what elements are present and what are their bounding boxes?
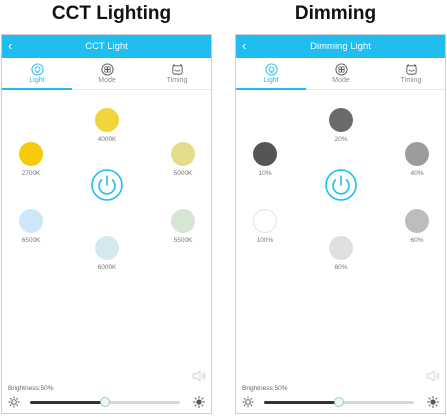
caption-dimming: Dimming	[294, 3, 377, 24]
sun-bright-icon	[427, 396, 439, 408]
preset-6000k[interactable]	[95, 236, 119, 260]
alarm-clock-icon	[171, 64, 183, 75]
preset-40-percent[interactable]	[405, 142, 429, 166]
tab-mode[interactable]: Mode	[306, 59, 376, 89]
speaker-icon[interactable]	[426, 370, 440, 382]
tab-label: Mode	[332, 77, 350, 84]
sun-dim-icon	[242, 396, 254, 408]
preset-label: 60%	[410, 237, 424, 244]
preset-label: 2700K	[21, 170, 41, 177]
power-button[interactable]	[90, 168, 124, 202]
active-tab-indicator	[236, 88, 306, 90]
preset-80-percent[interactable]	[329, 236, 353, 260]
title-bar: ‹ CCT Light	[2, 35, 211, 58]
sun-dim-icon	[8, 396, 20, 408]
tab-label: Light	[263, 77, 279, 84]
brightness-slider-knob[interactable]	[334, 397, 344, 407]
caption-cct: CCT Lighting	[51, 3, 172, 24]
slider-track-filled[interactable]	[30, 401, 104, 404]
tab-light[interactable]: Light	[236, 59, 306, 90]
slider-track-filled[interactable]	[264, 401, 338, 404]
preset-5000k[interactable]	[171, 142, 195, 166]
tab-light[interactable]: Light	[2, 59, 72, 90]
tab-label: Timing	[166, 77, 188, 84]
preset-2700k[interactable]	[19, 142, 43, 166]
brightness-slider-row	[236, 394, 445, 412]
preset-label: 20%	[334, 136, 348, 143]
bulb-icon	[264, 63, 278, 76]
alarm-clock-icon	[405, 64, 417, 75]
preset-label: 6000K	[97, 264, 117, 271]
preset-6500k[interactable]	[19, 209, 43, 233]
phone-dimming: ‹ Dimming Light Light Mode Timing 20% 10…	[235, 34, 446, 414]
screen-title: CCT Light	[85, 41, 128, 52]
preset-20-percent[interactable]	[329, 108, 353, 132]
preset-100-percent[interactable]	[253, 209, 277, 233]
mode-icon	[334, 63, 348, 76]
tab-label: Mode	[98, 77, 116, 84]
brightness-label: Brightness:50%	[8, 385, 54, 392]
tab-mode[interactable]: Mode	[72, 59, 142, 89]
preset-label: 10%	[258, 170, 272, 177]
mode-icon	[100, 63, 114, 76]
brightness-slider-knob[interactable]	[100, 397, 110, 407]
slider-track-empty[interactable]	[338, 401, 414, 404]
tab-label: Timing	[400, 77, 422, 84]
screen-title: Dimming Light	[310, 41, 371, 52]
tab-timing[interactable]: Timing	[142, 59, 212, 89]
brightness-slider-row	[2, 394, 211, 412]
phone-cct: ‹ CCT Light Light Mode Timing 4000K 2700…	[1, 34, 212, 414]
title-bar: ‹ Dimming Light	[236, 35, 445, 58]
preset-5500k[interactable]	[171, 209, 195, 233]
preset-label: 5000K	[173, 170, 193, 177]
preset-4000k[interactable]	[95, 108, 119, 132]
preset-10-percent[interactable]	[253, 142, 277, 166]
tab-label: Light	[29, 77, 45, 84]
brightness-label: Brightness:50%	[242, 385, 288, 392]
preset-label: 100%	[256, 237, 274, 244]
tab-bar: Light Mode Timing	[236, 59, 445, 90]
preset-label: 40%	[410, 170, 424, 177]
preset-label: 4000K	[97, 136, 117, 143]
preset-label: 6500K	[21, 237, 41, 244]
preset-60-percent[interactable]	[405, 209, 429, 233]
preset-label: 80%	[334, 264, 348, 271]
tab-bar: Light Mode Timing	[2, 59, 211, 90]
slider-track-empty[interactable]	[104, 401, 180, 404]
sun-bright-icon	[193, 396, 205, 408]
power-button[interactable]	[324, 168, 358, 202]
bulb-icon	[30, 63, 44, 76]
speaker-icon[interactable]	[192, 370, 206, 382]
active-tab-indicator	[2, 88, 72, 90]
preset-label: 5500K	[173, 237, 193, 244]
tab-timing[interactable]: Timing	[376, 59, 446, 89]
